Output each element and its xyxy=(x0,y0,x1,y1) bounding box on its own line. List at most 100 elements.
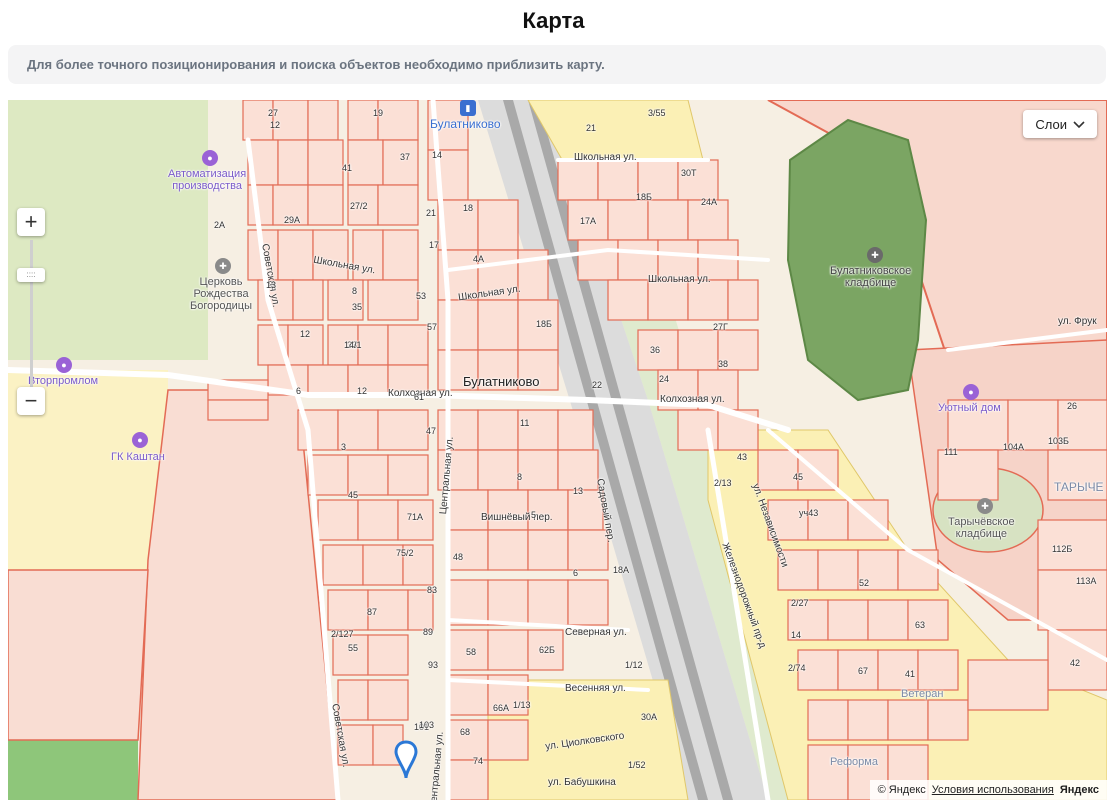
house-number: 14 xyxy=(432,150,443,160)
house-number: 48 xyxy=(453,552,464,562)
house-number: 19 xyxy=(373,108,384,118)
street-vesennyaya: Весенняя ул. xyxy=(565,683,626,694)
house-number: 57 xyxy=(427,322,438,332)
cemetery-tar-poi-icon[interactable]: ✚ xyxy=(977,498,993,514)
vtorpromlom-poi-icon[interactable]: ● xyxy=(56,357,72,373)
house-number: 3 xyxy=(341,442,347,452)
house-number: 5 xyxy=(531,510,537,520)
label-kashtan: ГК Каштан xyxy=(111,451,165,463)
label-village: Булатниково xyxy=(463,374,540,389)
house-number: 18Б xyxy=(536,319,552,329)
terms-link[interactable]: Условия использования xyxy=(932,784,1054,796)
house-number: уч43 xyxy=(799,508,819,518)
street-shkolnaya-1: Школьная ул. xyxy=(574,152,637,163)
house-number: 103 xyxy=(419,720,435,730)
house-number: 63 xyxy=(915,620,926,630)
house-number: 52 xyxy=(859,578,870,588)
train-station-icon[interactable]: ▮ xyxy=(460,100,476,116)
house-number: 8 xyxy=(517,472,523,482)
house-number: 2А xyxy=(214,220,226,230)
uyutny-poi-icon[interactable]: ● xyxy=(963,384,979,400)
house-number: 18Б xyxy=(636,192,652,202)
zoom-notice: Для более точного позиционирования и пои… xyxy=(8,45,1106,84)
house-number: 29А xyxy=(284,215,301,225)
house-number: 68 xyxy=(460,727,471,737)
house-number: 14 xyxy=(791,630,802,640)
house-number: 53 xyxy=(416,291,427,301)
house-number: 41 xyxy=(342,163,353,173)
label-church: Церковь Рождества Богородицы xyxy=(190,276,252,312)
zoom-out-button[interactable]: − xyxy=(17,387,45,415)
house-number: 17А xyxy=(580,216,597,226)
house-number: 3/55 xyxy=(648,108,666,118)
street-kolkhoznaya-2: Колхозная ул. xyxy=(660,394,725,405)
house-number: 14/1 xyxy=(344,340,362,350)
house-number: 2/13 xyxy=(714,478,732,488)
house-number: 6 xyxy=(573,568,579,578)
street-vishnevy: Вишнёвый пер. xyxy=(481,512,553,523)
house-number: 45 xyxy=(348,490,359,500)
house-number: 55 xyxy=(348,643,359,653)
house-number: 112Б xyxy=(1052,544,1073,554)
house-number: 66А xyxy=(493,703,510,713)
house-number: 11 xyxy=(520,418,530,428)
house-number: 83 xyxy=(427,585,438,595)
yandex-logo[interactable]: Яндекс xyxy=(1060,784,1099,796)
street-babushkina: ул. Бабушкина xyxy=(548,777,616,788)
house-number: 6 xyxy=(296,386,302,396)
house-number: 18А xyxy=(613,565,630,575)
map-attribution: © Яндекс Условия использования Яндекс xyxy=(869,780,1107,800)
house-number: 71А xyxy=(407,512,424,522)
layers-label: Слои xyxy=(1035,116,1067,132)
layers-button[interactable]: Слои xyxy=(1023,110,1097,138)
kashtan-poi-icon[interactable]: ● xyxy=(132,432,148,448)
house-number: 87 xyxy=(367,607,378,617)
house-number: 62Б xyxy=(539,645,555,655)
house-number: 12 xyxy=(270,120,281,130)
house-number: 1/52 xyxy=(628,760,646,770)
house-number: 45 xyxy=(793,472,804,482)
house-number: 30А xyxy=(641,712,658,722)
house-number: 75/2 xyxy=(396,548,414,558)
house-number: 21 xyxy=(426,208,437,218)
house-number: 104А xyxy=(1003,442,1025,452)
house-number: 93 xyxy=(428,660,439,670)
house-number: 74 xyxy=(473,756,484,766)
church-poi-icon[interactable]: ✚ xyxy=(215,258,231,274)
zoom-in-button[interactable]: + xyxy=(17,208,45,236)
chevron-down-icon xyxy=(1073,117,1085,132)
house-number: 58 xyxy=(466,647,477,657)
house-number: 27/2 xyxy=(350,201,368,211)
house-number: 8 xyxy=(352,286,358,296)
house-number: 4А xyxy=(473,254,485,264)
house-number: 17 xyxy=(429,240,440,250)
house-number: 22 xyxy=(592,380,603,390)
house-number: 12 xyxy=(300,329,311,339)
cemetery-poi-icon[interactable]: ✚ xyxy=(867,247,883,263)
house-number: 41 xyxy=(905,669,916,679)
map-container[interactable]: ● ✚ ● ● ✚ ● ✚ ▮ Булатниково Булатниково … xyxy=(8,100,1107,800)
house-number: 37 xyxy=(400,152,411,162)
house-number: 24А xyxy=(701,197,718,207)
park-area xyxy=(8,740,138,800)
label-uyutny: Уютный дом xyxy=(938,402,1001,414)
house-number: 36 xyxy=(650,345,661,355)
house-number: 42 xyxy=(1070,658,1081,668)
house-number: 2/127 xyxy=(331,629,354,639)
house-number: 27Г xyxy=(713,322,728,332)
house-number: 13 xyxy=(573,486,584,496)
house-number: 26 xyxy=(1067,401,1078,411)
house-number: 30Т xyxy=(681,168,697,178)
page-title: Карта xyxy=(522,8,585,33)
automation-poi-icon[interactable]: ● xyxy=(202,150,218,166)
location-marker-icon[interactable] xyxy=(394,740,418,785)
zoom-slider-track[interactable] xyxy=(30,240,33,390)
label-reforma: Реформа xyxy=(830,756,878,768)
house-number: 2/27 xyxy=(791,598,809,608)
street-severnaya: Северная ул. xyxy=(565,627,627,638)
house-number: 12 xyxy=(357,386,368,396)
house-number: 61 xyxy=(414,392,425,402)
house-number: 35 xyxy=(352,302,363,312)
zoom-slider-handle[interactable]: :::: xyxy=(17,268,45,282)
label-cemetery-bulat: Булатниковское кладбище xyxy=(830,265,912,289)
